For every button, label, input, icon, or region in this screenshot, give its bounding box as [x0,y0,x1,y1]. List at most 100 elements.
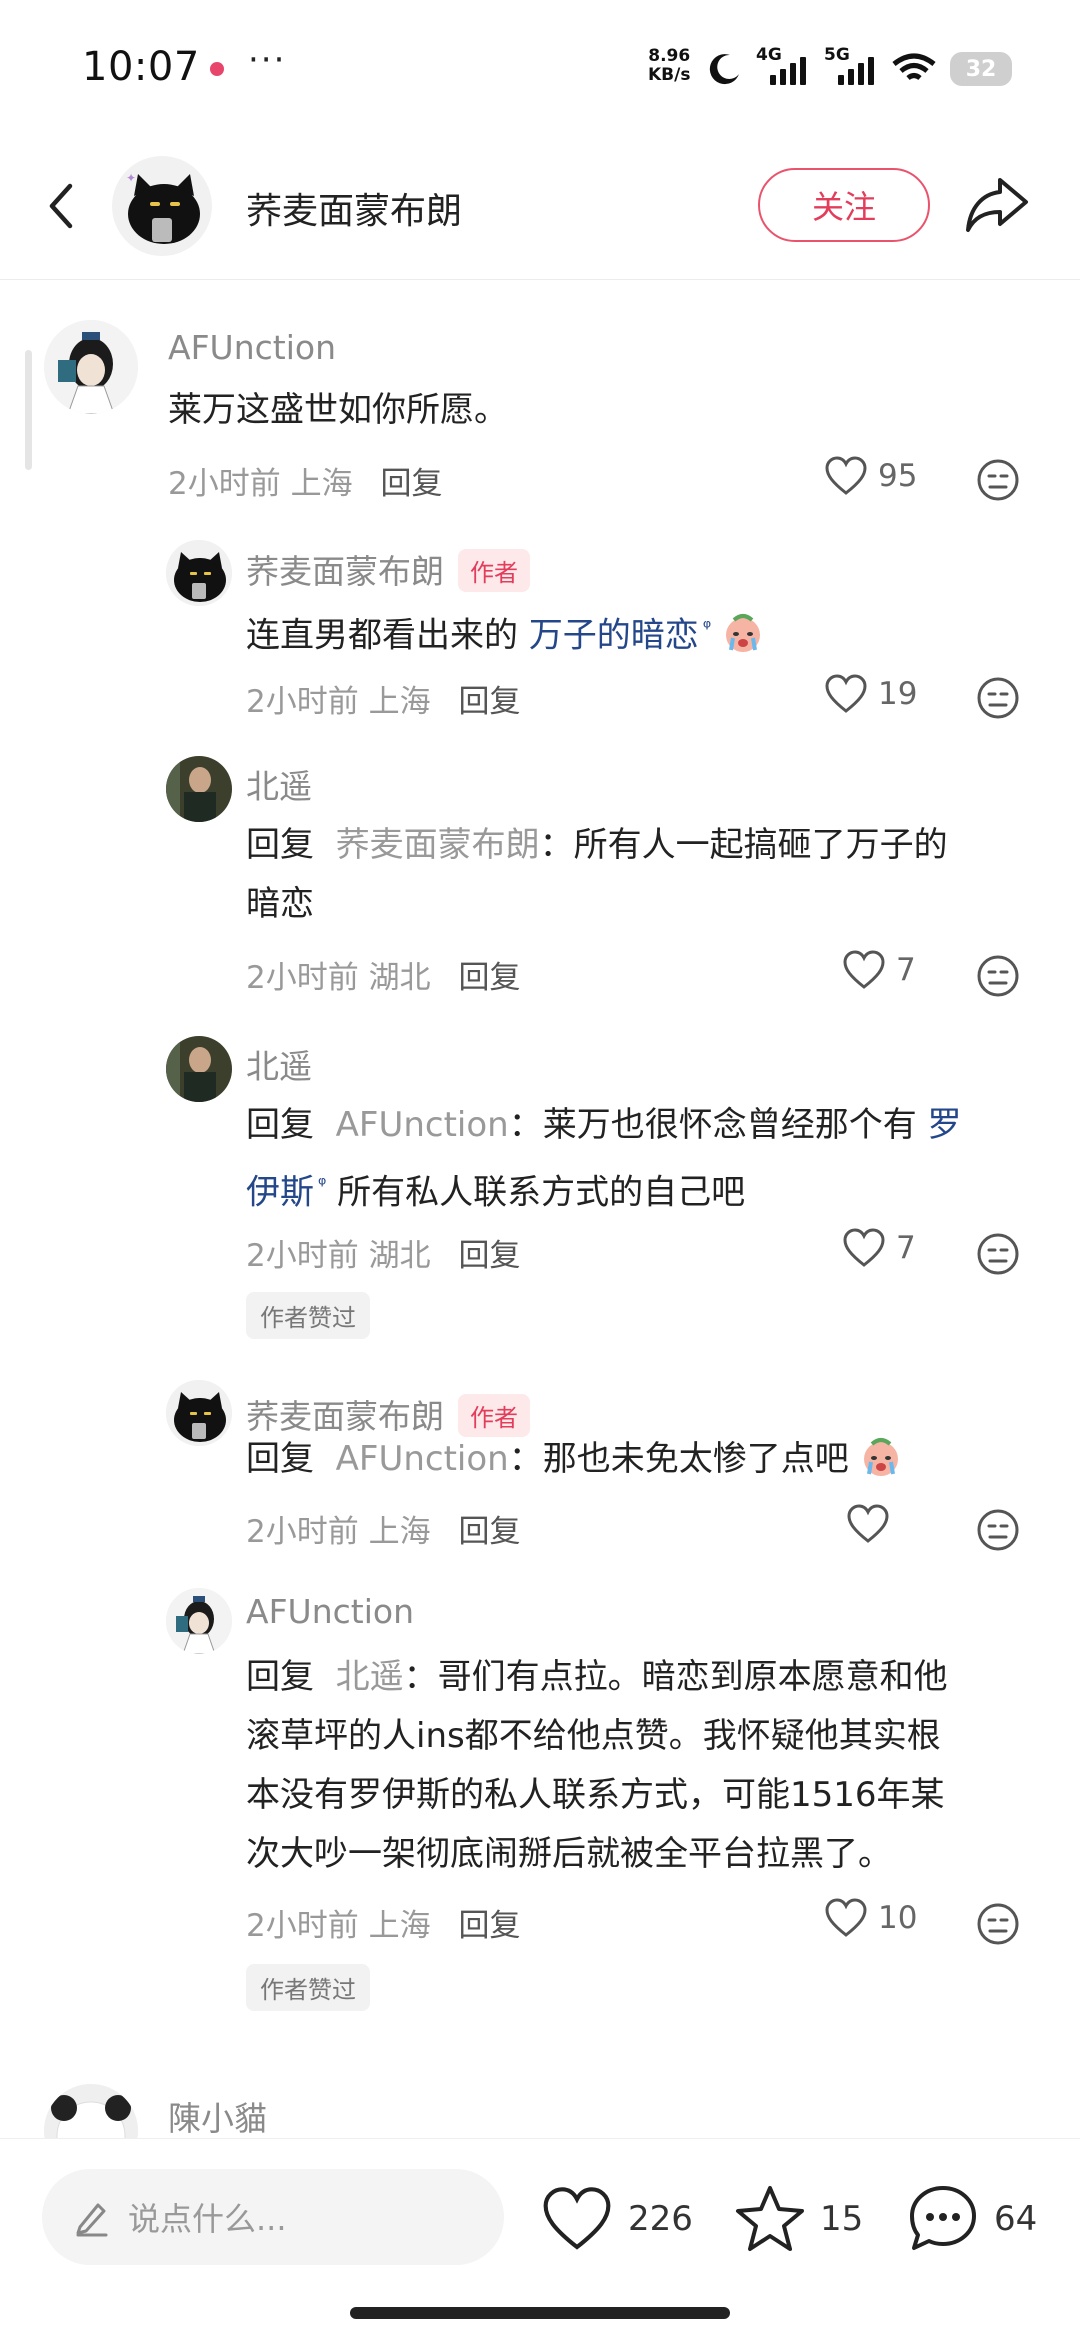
heart-icon [847,1504,889,1543]
heart-icon [843,950,885,989]
status-time: 10:07 [82,44,200,90]
author-liked-badge: 作者赞过 [246,1964,370,2011]
like-button[interactable]: 19 [824,674,917,714]
like-count: 7 [896,952,916,988]
comment-meta: 2小时前 湖北 回复 [246,952,520,997]
reply-to-user[interactable]: AFUnction [336,1105,509,1145]
reply-to-user[interactable]: 北遥 [336,1657,404,1697]
heart-icon [825,674,867,713]
search-icon: ᵠ [318,1172,327,1196]
comment-meta: 2小时前 上海 回复 [246,1506,520,1551]
like-button[interactable]: 7 [842,950,916,990]
home-indicator[interactable] [350,2307,730,2319]
dislike-face-icon[interactable] [976,458,1020,502]
post-comment-count: 64 [994,2199,1038,2239]
comment-text: 回复 AFUnction：那也未免太惨了点吧 [246,1430,1046,1489]
author-name[interactable]: 荞麦面蒙布朗 [246,182,462,234]
post-header: ✦ 荞麦面蒙布朗 关注 [0,140,1080,280]
reply-button[interactable]: 回复 [458,1514,520,1550]
scroll-indicator[interactable] [25,350,32,470]
black-cat-avatar-icon [166,1380,232,1446]
commenter-name[interactable]: 荞麦面蒙布朗 作者 [246,545,530,595]
photo-avatar-icon [166,756,232,822]
commenter-avatar[interactable] [166,540,232,606]
comment-location: 上海 [368,1908,431,1944]
commenter-name[interactable]: AFUnction [168,328,336,367]
svg-text:✦: ✦ [126,171,136,185]
comment-time: 2小时前 [246,684,359,720]
comment-meta: 2小时前 湖北 回复 [246,1230,520,1275]
author-avatar[interactable]: ✦ [112,156,212,256]
like-button[interactable]: 10 [824,1898,917,1938]
commenter-name[interactable]: 陳小貓 [168,2092,267,2140]
reply-to-user[interactable]: 荞麦面蒙布朗 [336,825,540,865]
commenter-name[interactable]: AFUnction [246,1592,414,1631]
commenter-avatar[interactable] [166,756,232,822]
commenter-avatar[interactable] [166,1036,232,1102]
heart-icon [825,1898,867,1937]
comment-time: 2小时前 [246,960,359,996]
notification-dot-icon [210,62,224,76]
dislike-face-icon[interactable] [976,1508,1020,1552]
dislike-face-icon[interactable] [976,954,1020,998]
commenter-name[interactable]: 北遥 [246,760,312,808]
signal-4g-icon: 4G [756,45,810,89]
like-button[interactable]: 95 [824,456,917,496]
anime-avatar-icon [44,320,138,414]
signal-5g-icon: 5G [824,45,878,89]
reply-button[interactable]: 回复 [458,1238,520,1274]
pencil-icon [76,2203,108,2237]
follow-button[interactable]: 关注 [758,168,930,242]
heart-icon [543,2187,611,2250]
comment-location: 上海 [290,466,353,502]
comment-location: 湖北 [368,1238,431,1274]
comment-location: 上海 [368,1514,431,1550]
commenter-name[interactable]: 北遥 [246,1040,312,1088]
dislike-face-icon[interactable] [976,676,1020,720]
search-link[interactable]: 万子的暗恋 [529,615,699,655]
dislike-face-icon[interactable] [976,1232,1020,1276]
comment-time: 2小时前 [246,1908,359,1944]
photo-avatar-icon [166,1036,232,1102]
reply-button[interactable]: 回复 [380,466,442,502]
comment-time: 2小时前 [168,466,281,502]
commenter-avatar[interactable] [166,1380,232,1446]
reply-to-user[interactable]: AFUnction [336,1439,509,1479]
like-count: 19 [878,676,918,712]
search-icon: ᵠ [702,615,712,639]
like-button[interactable] [846,1504,890,1544]
author-tag: 作者 [458,549,530,592]
like-count: 95 [878,458,918,494]
like-post-button[interactable]: 226 [540,2179,693,2259]
like-count: 10 [878,1900,918,1936]
post-like-count: 226 [628,2199,693,2239]
back-arrow-icon[interactable] [34,176,94,236]
heart-icon [825,456,867,495]
search-link[interactable]: 伊斯 [246,1172,314,1212]
comment-time: 2小时前 [246,1514,359,1550]
network-speed-unit: KB/s [648,65,691,85]
heart-icon [843,1228,885,1267]
crying-emoji-icon [725,613,760,652]
reply-button[interactable]: 回复 [458,1908,520,1944]
comment-input[interactable]: 说点什么... [42,2169,504,2265]
network-speed-value: 8.96 [648,46,691,66]
status-icons: 4G 5G 32 [708,45,1012,90]
commenter-avatar[interactable] [44,320,138,414]
black-cat-avatar-icon: ✦ [126,171,200,244]
reply-button[interactable]: 回复 [458,960,520,996]
commenter-avatar[interactable] [166,1588,232,1654]
comment-text: 回复 北遥：哥们有点拉。暗恋到原本愿意和他 滚草坪的人ins都不给他点赞。我怀疑… [246,1657,948,1874]
dislike-face-icon[interactable] [976,1902,1020,1946]
like-count: 7 [896,1230,916,1266]
like-button[interactable]: 7 [842,1228,916,1268]
search-link[interactable]: 罗 [928,1105,962,1145]
battery-icon: 32 [950,52,1012,86]
star-icon [736,2186,804,2251]
comment-post-button[interactable]: 64 [906,2179,1037,2259]
reply-button[interactable]: 回复 [458,684,520,720]
collect-post-button[interactable]: 15 [734,2179,863,2259]
share-icon[interactable] [962,172,1032,236]
comment-bubble-icon [910,2186,976,2250]
comment-text: 莱万这盛世如你所愿。 [168,390,508,430]
